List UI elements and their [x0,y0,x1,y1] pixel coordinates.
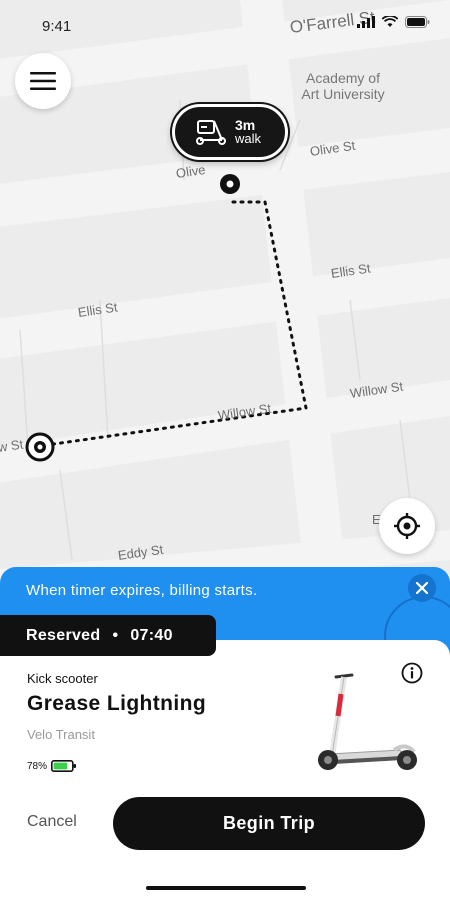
locate-button[interactable] [379,498,435,554]
menu-button[interactable] [15,53,71,109]
reservation-timer: Reserved • 07:40 [0,615,216,656]
status-time: 9:41 [42,18,72,35]
battery-indicator: 78% [27,760,77,772]
banner-close-button[interactable] [408,574,436,602]
place-label-academy: Academy of Art University [301,70,385,102]
home-indicator [146,886,306,890]
reserved-countdown: 07:40 [130,626,173,644]
vehicle-name: Grease Lightning [27,692,207,715]
vehicle-type: Kick scooter [27,671,98,686]
crosshair-icon [394,513,420,539]
map-view[interactable]: O'Farrell St Olive St Olive Ellis St Ell… [0,0,450,590]
reserved-label: Reserved [26,626,101,644]
begin-trip-button[interactable]: Begin Trip [113,797,425,850]
walk-minutes: 3m [235,117,256,133]
banner-text: When timer expires, billing starts. [26,582,258,599]
wifi-icon [382,16,398,27]
scooter-icon [196,120,226,145]
battery-percent: 78% [27,760,48,772]
close-icon [416,582,428,594]
vehicle-operator: Velo Transit [27,727,95,742]
signal-icon [357,16,375,28]
walk-time-pill: 3m walk [172,104,288,160]
status-bar: 9:41 [0,0,450,44]
cancel-button[interactable]: Cancel [27,813,77,831]
battery-status-icon [405,16,430,28]
scooter-image [318,673,417,770]
reserved-separator: • [112,626,119,644]
hamburger-icon [30,72,56,90]
battery-icon [51,760,77,772]
walk-label: walk [235,131,262,146]
